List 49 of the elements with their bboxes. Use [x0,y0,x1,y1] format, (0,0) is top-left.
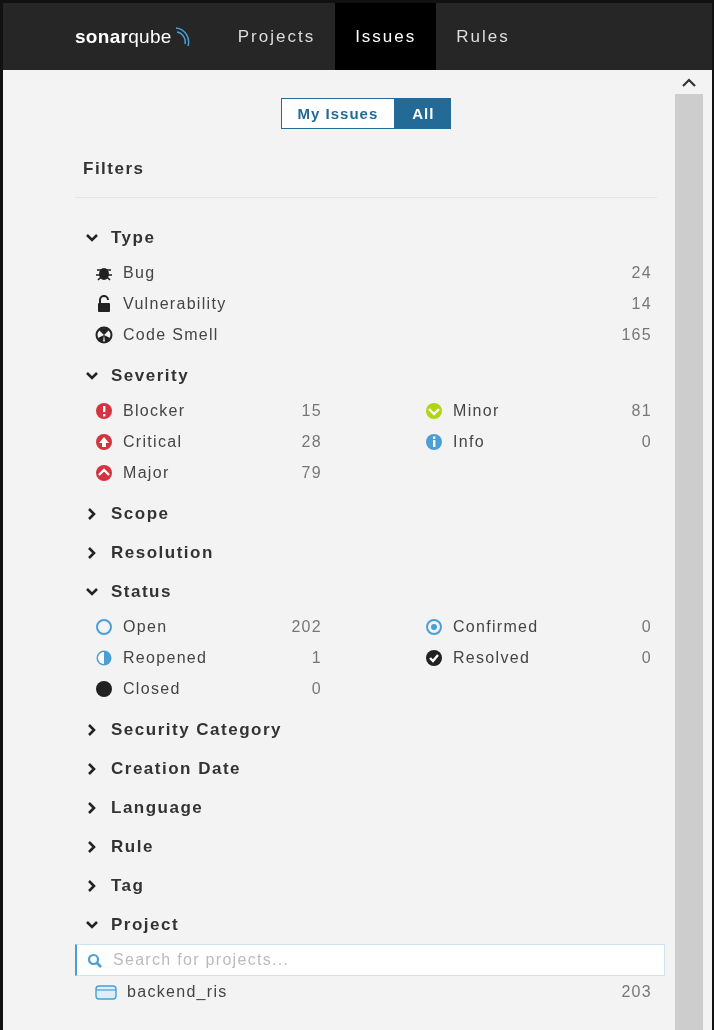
facet-header[interactable]: Type [75,218,156,257]
search-icon [87,953,103,969]
logo-text[interactable]: sonarqube [75,25,172,48]
facet-item[interactable]: Major 79 [75,457,327,488]
facet-header[interactable]: Creation Date [75,749,242,788]
facet-header[interactable]: Severity [75,356,190,395]
facet-item[interactable]: Minor 81 [405,395,657,426]
facet-item[interactable]: Confirmed 0 [405,611,657,642]
facet-item[interactable]: Info 0 [405,426,657,457]
facet-item[interactable]: Reopened 1 [75,642,327,673]
facet-item[interactable]: Open 202 [75,611,327,642]
facet-item[interactable]: Code Smell 165 [75,319,657,350]
half-circle-icon [95,648,113,667]
lock-icon [95,294,113,313]
circle-icon [95,617,113,636]
exclamation-icon [95,401,113,420]
filled-circle-icon [95,679,113,698]
nav-tab[interactable]: Projects [217,3,336,70]
facet-header[interactable]: Tag [75,866,145,905]
scroll-up-icon[interactable] [680,78,697,88]
nav-tab[interactable]: Rules [436,3,530,70]
facet-item[interactable]: Bug 24 [75,257,657,288]
arrow-up-icon [95,432,113,451]
facet-header[interactable]: Language [75,788,204,827]
facet-item[interactable]: Blocker 15 [75,395,327,426]
facet-header[interactable]: Scope [75,494,170,533]
folder-icon [95,982,117,1001]
chevron-up-icon [95,463,113,482]
facet-item[interactable]: Closed 0 [75,673,327,704]
check-circle-icon [425,648,443,667]
facet-item[interactable]: Vulnerability 14 [75,288,657,319]
radiation-icon [95,325,113,344]
facet-header[interactable]: Project [75,905,180,944]
facet-item[interactable]: Resolved 0 [405,642,657,673]
facet-header[interactable]: Rule [75,827,154,866]
scope-toggle-button[interactable]: All [395,98,452,129]
facet-header[interactable]: Status [75,572,172,611]
info-icon [425,432,443,451]
target-icon [425,617,443,636]
chevron-down-icon [425,401,443,420]
search-field[interactable]: Search for projects... [75,944,665,976]
scope-toggle-button[interactable]: My Issues [280,98,396,129]
filters-title: Filters [75,129,657,198]
facet-item[interactable]: Critical 28 [75,426,327,457]
facet-header[interactable]: Resolution [75,533,214,572]
logo-arc-icon [173,25,190,48]
facet-header[interactable]: Security Category [75,710,282,749]
nav-tab[interactable]: Issues [335,3,437,70]
facet-item[interactable]: backend_ris 203 [75,976,657,1007]
